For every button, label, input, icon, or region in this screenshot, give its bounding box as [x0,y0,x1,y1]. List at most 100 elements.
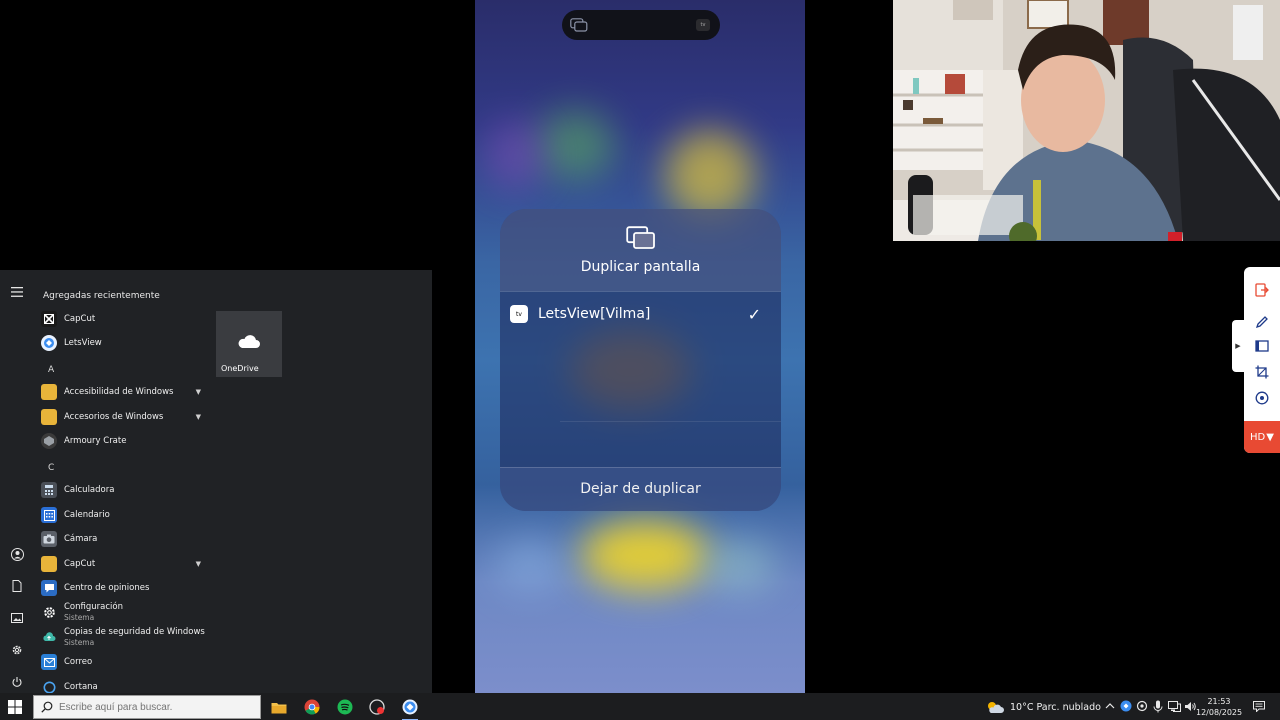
recently-added-heading: Agregadas recientemente [43,291,160,301]
app-capcut-recent[interactable]: CapCut [41,308,208,330]
webcam-overlay [893,0,1280,241]
folder-icon [41,409,57,425]
app-configuracion[interactable]: Configuración Sistema [41,601,208,623]
user-account-icon[interactable] [9,546,25,562]
app-capcut-folder[interactable]: CapCut ▼ [41,553,208,575]
device-option-letsview[interactable]: tv LetsView[Vilma] ✓ [510,304,771,324]
screen-recorder-tray-icon[interactable] [1135,699,1149,713]
checkmark-icon: ✓ [747,304,761,324]
dynamic-island[interactable]: tv [562,10,720,40]
apple-tv-icon: tv [510,305,528,323]
blurred-app-icon [485,120,545,190]
app-label: CapCut [64,314,96,324]
app-letsview[interactable]: LetsView [41,332,208,354]
taskbar-letsview[interactable] [400,697,420,720]
hd-quality-button[interactable]: HD ▼ [1244,421,1280,453]
windows-start-icon[interactable] [8,700,22,714]
app-label: Armoury Crate [64,436,127,446]
clock-date: 12/08/2025 [1196,708,1243,717]
feedback-hub-icon [41,580,57,596]
blurred-dock-icon [495,540,565,590]
hamburger-menu-icon[interactable] [9,284,25,300]
letsview-icon [41,335,57,351]
hd-label: HD [1250,431,1266,443]
capcut-icon [41,311,57,327]
exit-icon[interactable] [1253,281,1271,299]
crop-icon[interactable] [1253,363,1271,381]
app-label: Centro de opiniones [64,583,150,593]
app-camara[interactable]: Cámara [41,528,208,550]
search-input[interactable] [59,701,249,713]
weather-widget[interactable]: 10°C Parc. nublado [986,697,1101,717]
blurred-app-icon [665,130,755,220]
app-label: Copias de seguridad de Windows Sistema [64,627,205,647]
start-menu: Agregadas recientemente CapCut LetsView … [0,270,432,693]
stop-mirroring-label[interactable]: Dejar de duplicar [500,481,781,497]
pen-annotate-icon[interactable] [1253,313,1271,331]
taskbar-file-explorer[interactable] [269,697,289,717]
panel-header [500,209,781,291]
pictures-icon[interactable] [9,610,25,626]
taskbar-search-box[interactable] [33,695,261,719]
app-cortana[interactable]: Cortana [41,676,208,693]
app-label: Cámara [64,534,98,544]
webcam-person-image [893,0,1280,241]
app-accesorios-windows[interactable]: Accesorios de Windows ▼ [41,406,208,428]
microphone-icon[interactable] [1151,699,1165,713]
cortana-icon [41,679,57,693]
onedrive-cloud-icon [238,335,260,348]
taskbar-spotify[interactable] [335,697,355,717]
chevron-down-icon: ▼ [195,413,201,421]
screen-recorder-icon [369,699,385,715]
onedrive-tile[interactable]: OneDrive [216,311,282,377]
app-correo[interactable]: Correo [41,651,208,673]
letter-header-c[interactable]: C [48,463,54,473]
app-armoury-crate[interactable]: Armoury Crate [41,430,208,452]
recorder-side-toolbar: HD ▼ [1244,267,1280,453]
letter-header-a[interactable]: A [48,365,54,375]
app-title: Configuración [64,602,123,612]
screen-mirroring-panel: Duplicar pantalla tv LetsView[Vilma] ✓ D… [500,209,781,511]
settings-gear-icon [41,604,57,620]
notifications-icon[interactable] [1252,699,1266,713]
letsview-tray-icon[interactable] [1119,699,1133,713]
backup-cloud-icon [41,629,57,645]
network-icon[interactable] [1167,699,1181,713]
app-label: LetsView [64,338,102,348]
weather-text: 10°C Parc. nublado [1010,701,1101,713]
screen-mirroring-icon [626,226,655,249]
app-calendario[interactable]: Calendario [41,504,208,526]
file-explorer-icon [271,702,287,713]
search-icon [41,701,53,713]
taskbar-screen-recorder[interactable] [367,697,387,717]
phone-mirror-screen: tv Duplicar pantalla tv LetsView[Vilma] … [475,0,805,693]
volume-icon[interactable] [1183,699,1197,713]
system-clock[interactable]: 21:53 12/08/2025 [1196,696,1242,718]
chevron-up-icon[interactable] [1103,699,1117,713]
app-copias-seguridad[interactable]: Copias de seguridad de Windows Sistema [41,626,208,648]
settings-gear-icon[interactable] [9,642,25,658]
app-calculadora[interactable]: Calculadora [41,479,208,501]
app-label: Configuración Sistema [64,602,123,622]
app-label: Accesibilidad de Windows [64,387,174,397]
app-label: Accesorios de Windows [64,412,164,422]
app-subtitle: Sistema [64,638,95,647]
app-centro-opiniones[interactable]: Centro de opiniones [41,577,208,599]
calendar-icon [41,507,57,523]
apple-tv-icon: tv [696,19,710,31]
record-target-icon[interactable] [1253,389,1271,407]
divider [500,467,781,468]
app-label: Calculadora [64,485,115,495]
app-accesibilidad-windows[interactable]: Accesibilidad de Windows ▼ [41,381,208,403]
chevron-down-icon: ▼ [195,388,201,396]
dropdown-triangle-icon: ▼ [1266,431,1274,443]
collapse-toolbar-button[interactable]: ▶ [1232,320,1244,372]
whiteboard-icon[interactable] [1253,337,1271,355]
app-list: Agregadas recientemente CapCut LetsView … [33,284,208,693]
divider [560,421,781,422]
taskbar-chrome[interactable] [302,697,322,717]
folder-icon [41,384,57,400]
documents-icon[interactable] [9,578,25,594]
power-icon[interactable] [9,674,25,690]
panel-title: Duplicar pantalla [580,259,701,275]
